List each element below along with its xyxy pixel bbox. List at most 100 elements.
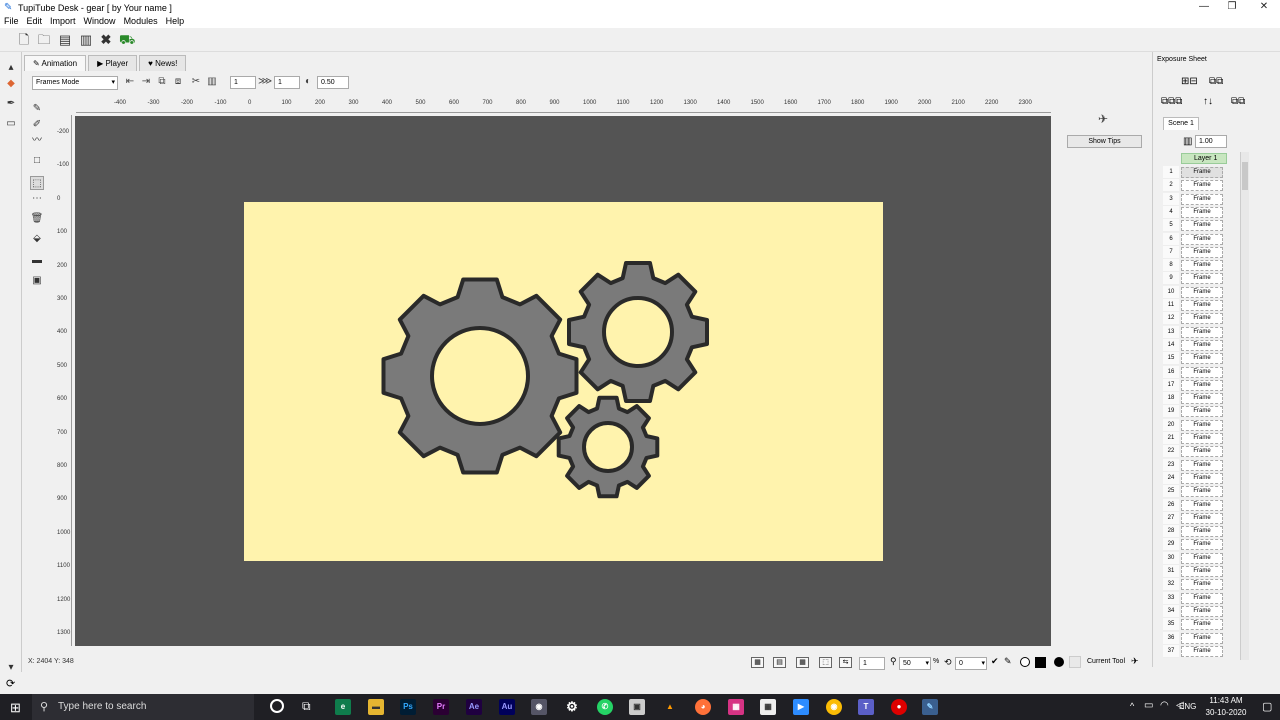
frame-cell[interactable]: Frame bbox=[1181, 486, 1223, 498]
frame-row[interactable]: 21 Frame bbox=[1163, 432, 1225, 445]
frame-cell[interactable]: Frame bbox=[1181, 313, 1223, 325]
frame-row[interactable]: 33 Frame bbox=[1163, 591, 1225, 605]
tab-player[interactable]: ▶ Player bbox=[88, 55, 138, 71]
exposure-scrollbar[interactable] bbox=[1240, 152, 1249, 660]
opacity-spinbox[interactable]: 0.50 bbox=[317, 76, 349, 89]
photoshop-icon[interactable]: Ps bbox=[400, 699, 416, 715]
premiere-icon[interactable]: Pr bbox=[433, 699, 449, 715]
notification-icon[interactable]: ▢ bbox=[1262, 700, 1272, 713]
cortana-icon[interactable] bbox=[270, 699, 284, 713]
recorder-icon[interactable]: ● bbox=[891, 699, 907, 715]
frame-cell[interactable]: Frame bbox=[1181, 499, 1223, 511]
frame-row[interactable]: 29 Frame bbox=[1163, 538, 1225, 552]
frame-cell[interactable]: Frame bbox=[1181, 605, 1223, 617]
mode-select[interactable]: Frames Mode ▾ bbox=[32, 76, 118, 90]
cart-icon[interactable]: ⛟ bbox=[119, 33, 135, 47]
frame-row[interactable]: 20 Frame bbox=[1163, 418, 1225, 432]
polyline-icon[interactable]: 〰 bbox=[30, 134, 44, 148]
audition-icon[interactable]: Au bbox=[499, 699, 515, 715]
battery-icon[interactable]: ▭ bbox=[1144, 700, 1153, 711]
windows-start-icon[interactable]: ⊞ bbox=[10, 700, 21, 716]
frame-row[interactable]: 10 Frame bbox=[1163, 285, 1225, 299]
frame-cell[interactable]: Frame bbox=[1181, 353, 1223, 365]
frame-cell[interactable]: Frame bbox=[1181, 167, 1223, 178]
frame-cell[interactable]: Frame bbox=[1181, 300, 1223, 311]
file-explorer-icon[interactable]: ▬ bbox=[368, 699, 384, 715]
frame-cell[interactable]: Frame bbox=[1181, 592, 1223, 604]
small-gear[interactable] bbox=[556, 395, 660, 499]
frame-cell[interactable]: Frame bbox=[1181, 286, 1223, 298]
frame-row[interactable]: 16 Frame bbox=[1163, 365, 1225, 379]
add-scene-icon[interactable]: ⧉⧉ bbox=[1209, 76, 1223, 87]
frame-row[interactable]: 9 Frame bbox=[1163, 272, 1225, 286]
frame-cell[interactable]: Frame bbox=[1181, 406, 1223, 418]
frame-cell[interactable]: Frame bbox=[1181, 193, 1223, 205]
copy-frames-icon[interactable]: ⧉⧉ bbox=[1231, 96, 1245, 107]
frame-cell[interactable]: Frame bbox=[1181, 472, 1223, 484]
frame-row[interactable]: 32 Frame bbox=[1163, 578, 1225, 592]
app-pink-icon[interactable]: ▦ bbox=[728, 699, 744, 715]
copy-frame-icon[interactable]: ⧉ bbox=[156, 76, 168, 88]
trash-icon[interactable]: 🗑 bbox=[30, 212, 44, 226]
menu-window[interactable]: Window bbox=[80, 15, 120, 28]
menu-edit[interactable]: Edit bbox=[23, 15, 47, 28]
frame-cell[interactable]: Frame bbox=[1181, 393, 1223, 405]
frame-cell[interactable]: Frame bbox=[1181, 326, 1223, 338]
add-layer-icon[interactable]: ⊞⊟ bbox=[1181, 76, 1198, 87]
firefox-icon[interactable]: ◕ bbox=[695, 699, 711, 715]
frame-cell[interactable]: Frame bbox=[1181, 632, 1223, 644]
frame-cell[interactable]: Frame bbox=[1181, 446, 1223, 458]
selection-tool-icon[interactable]: ⬚ bbox=[30, 176, 44, 190]
calculator-icon[interactable]: ▦ bbox=[760, 699, 776, 715]
frame-cell[interactable]: Frame bbox=[1181, 566, 1223, 577]
taskbar-search-box[interactable]: ⚲ Type here to search bbox=[32, 694, 254, 720]
frame-cell[interactable]: Frame bbox=[1181, 526, 1223, 538]
move-frame-icon[interactable]: ↑↓ bbox=[1203, 96, 1213, 107]
cut-frame-icon[interactable]: ✂ bbox=[190, 76, 202, 88]
ink-icon[interactable]: ✐ bbox=[30, 118, 44, 132]
tab-news[interactable]: ♥ News! bbox=[139, 55, 187, 71]
frame-cell[interactable]: Frame bbox=[1181, 246, 1223, 258]
taskbar-clock[interactable]: 11:43 AM 30-10-2020 bbox=[1196, 695, 1256, 719]
frame-row[interactable]: 1 Frame bbox=[1163, 166, 1225, 179]
frame-row[interactable]: 3 Frame bbox=[1163, 192, 1225, 206]
settings-gear-icon[interactable]: ⚙ bbox=[564, 699, 580, 715]
frame-cell[interactable]: Frame bbox=[1181, 539, 1223, 551]
frame-cell[interactable]: Frame bbox=[1181, 552, 1223, 564]
zoom-field[interactable]: 50 ▾ bbox=[899, 657, 931, 670]
frame-cell[interactable]: Frame bbox=[1181, 379, 1223, 391]
large-gear[interactable] bbox=[381, 277, 579, 475]
fill-color-swatch[interactable] bbox=[1035, 657, 1046, 668]
frame-row[interactable]: 31 Frame bbox=[1163, 565, 1225, 578]
frame-row[interactable]: 22 Frame bbox=[1163, 445, 1225, 459]
menu-modules[interactable]: Modules bbox=[120, 15, 162, 28]
brush-icon[interactable]: ▭ bbox=[5, 118, 17, 130]
frame-row[interactable]: 36 Frame bbox=[1163, 631, 1225, 645]
open-project-icon[interactable]: 🗀 bbox=[37, 33, 51, 47]
frame-row[interactable]: 13 Frame bbox=[1163, 325, 1225, 339]
frame-row[interactable]: 34 Frame bbox=[1163, 604, 1225, 618]
show-tips-button[interactable]: Show Tips bbox=[1067, 135, 1142, 148]
onion-prev-icon[interactable]: ⇤ bbox=[124, 76, 136, 88]
tips-icon[interactable]: ✈ bbox=[1098, 112, 1108, 126]
tray-chevron-icon[interactable]: ^ bbox=[1130, 701, 1134, 711]
onion-next-icon[interactable]: ⇥ bbox=[140, 76, 152, 88]
frame-row[interactable]: 7 Frame bbox=[1163, 245, 1225, 259]
frame-cell[interactable]: Frame bbox=[1181, 233, 1223, 245]
frame-cell[interactable]: Frame bbox=[1181, 206, 1223, 218]
close-button[interactable]: ✕ bbox=[1248, 0, 1280, 15]
save-icon[interactable]: ▤ bbox=[58, 33, 72, 47]
frame-row[interactable]: 15 Frame bbox=[1163, 352, 1225, 366]
tab-animation[interactable]: ✎ Animation bbox=[24, 55, 87, 71]
maximize-button[interactable]: ❐ bbox=[1216, 0, 1248, 15]
frame-row[interactable]: 19 Frame bbox=[1163, 405, 1225, 419]
scrollbar-thumb[interactable] bbox=[1242, 162, 1248, 190]
frame-row[interactable]: 24 Frame bbox=[1163, 471, 1225, 485]
frame-cell[interactable]: Frame bbox=[1181, 459, 1223, 471]
layer-header[interactable]: Layer 1 bbox=[1181, 153, 1227, 164]
history-icon[interactable]: ⟳ bbox=[6, 677, 15, 690]
color-palette-icon[interactable]: ◆ bbox=[5, 78, 17, 90]
frame-number-field[interactable]: 1 bbox=[859, 657, 885, 670]
frame-row[interactable]: 14 Frame bbox=[1163, 338, 1225, 352]
frame-cell[interactable]: Frame bbox=[1181, 433, 1223, 444]
